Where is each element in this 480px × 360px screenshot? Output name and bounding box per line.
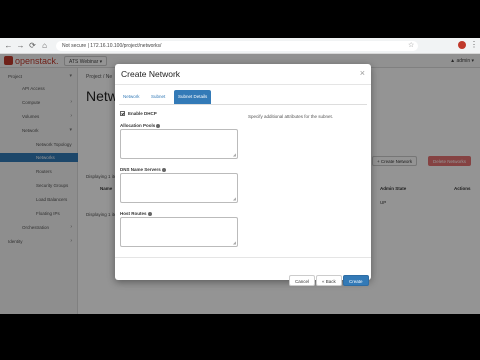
- modal-header-divider: [115, 84, 371, 85]
- dns-name-servers-label: DNS Name Servers: [120, 167, 166, 172]
- subnet-details-help-text: Specify additional attributes for the su…: [248, 114, 334, 119]
- browser-toolbar: ← → ⟳ ⌂ Not secure | 172.16.10.100/proje…: [0, 38, 480, 54]
- tab-subnet[interactable]: Subnet: [147, 90, 169, 104]
- close-icon[interactable]: ×: [360, 67, 365, 79]
- host-routes-label: Host Routes: [120, 211, 152, 216]
- cancel-button[interactable]: Cancel: [289, 275, 316, 286]
- modal-footer-divider: [115, 257, 371, 258]
- profile-avatar[interactable]: [458, 41, 466, 49]
- enable-dhcp-label: Enable DHCP: [128, 111, 157, 116]
- help-icon: [147, 211, 152, 216]
- resize-handle-icon[interactable]: ◢: [233, 197, 236, 201]
- create-network-modal: Create Network × Network Subnet Subnet D…: [115, 64, 371, 280]
- tab-subnet-details[interactable]: Subnet Details: [174, 90, 212, 104]
- back-icon[interactable]: ←: [4, 41, 13, 50]
- allocation-pools-label: Allocation Pools: [120, 123, 161, 128]
- back-button[interactable]: « Back: [316, 275, 342, 286]
- tab-network[interactable]: Network: [119, 90, 144, 104]
- dns-name-servers-textarea[interactable]: ◢: [120, 173, 238, 203]
- enable-dhcp-checkbox[interactable]: [120, 111, 125, 116]
- resize-handle-icon[interactable]: ◢: [233, 241, 236, 245]
- help-icon: [161, 167, 166, 172]
- reload-icon[interactable]: ⟳: [28, 41, 37, 50]
- tab-divider: [119, 104, 367, 105]
- forward-icon[interactable]: →: [16, 41, 25, 50]
- allocation-pools-textarea[interactable]: ◢: [120, 129, 238, 159]
- host-routes-textarea[interactable]: ◢: [120, 217, 238, 247]
- modal-title: Create Network: [121, 69, 181, 79]
- create-button[interactable]: Create: [343, 275, 369, 286]
- resize-handle-icon[interactable]: ◢: [233, 153, 236, 157]
- browser-menu-icon[interactable]: ⋮: [470, 40, 478, 50]
- screen: ← → ⟳ ⌂ Not secure | 172.16.10.100/proje…: [0, 38, 480, 314]
- bookmark-star-icon[interactable]: ☆: [408, 41, 414, 51]
- address-bar[interactable]: Not secure | 172.16.10.100/project/netwo…: [56, 41, 418, 51]
- home-icon[interactable]: ⌂: [40, 41, 49, 50]
- help-icon: [156, 123, 161, 128]
